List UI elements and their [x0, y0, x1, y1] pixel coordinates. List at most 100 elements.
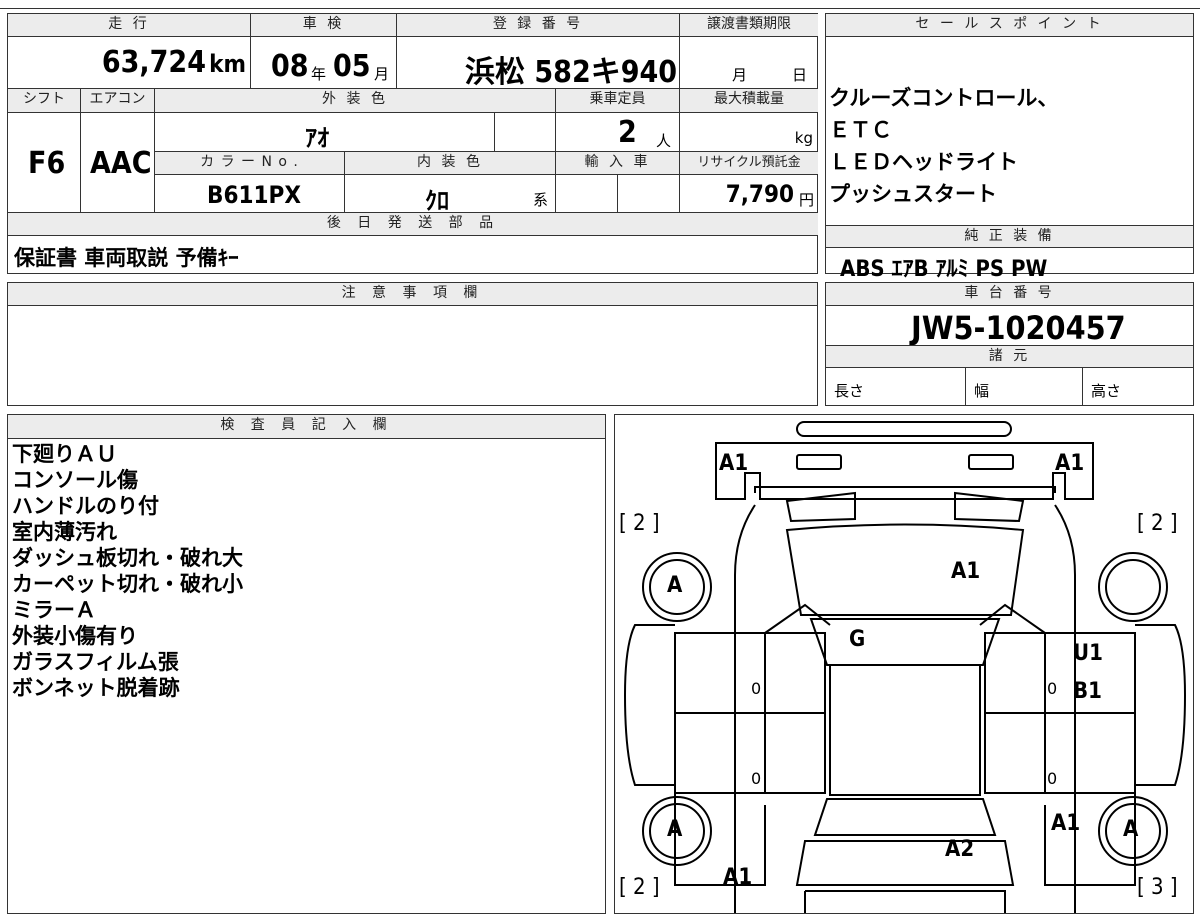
equipment-value: ABS ｴｱB ｱﾙﾐ PS PW — [840, 257, 1048, 282]
label-wheel-front-left: A — [667, 573, 683, 598]
label-a1-hood: A1 — [951, 559, 981, 584]
inspector-item: カーペット切れ・破れ小 — [12, 572, 243, 596]
inspection-cell: 08 年 05 月 — [251, 37, 397, 89]
aircon-header: エアコン — [81, 89, 155, 113]
fender-left-front — [623, 624, 675, 786]
headlight-left — [785, 491, 856, 523]
front-lamp-right — [968, 454, 1014, 470]
label-bracket-right-top: [ 2 ] — [1137, 511, 1178, 536]
registration-cell: 浜松 582キ940 — [397, 37, 680, 89]
rear-window — [813, 798, 997, 836]
front-body — [715, 442, 1094, 500]
mileage-header: 走 行 — [8, 14, 251, 37]
windshield — [809, 618, 1001, 666]
capacity-cell: 2 人 — [556, 113, 680, 152]
sales-point: プッシュスタート — [829, 182, 997, 206]
front-bumper — [796, 421, 1012, 437]
vehicle-info-table: 走 行 車 検 登 録 番 号 譲渡書類期限 63,724 km 08 年 05… — [7, 13, 818, 274]
label-zero-left-2: 0 — [751, 769, 762, 788]
label-zero-right-2: 0 — [1047, 769, 1058, 788]
shift-cell: F6 — [8, 113, 81, 213]
length-label: 長さ — [834, 382, 865, 400]
color-no-header: カ ラ ー N o . — [155, 152, 345, 175]
interior-cell: ｸﾛ 系 — [345, 175, 556, 213]
mileage-cell: 63,724 km — [8, 37, 251, 89]
damage-diagram-box: A1 A1 [ 2 ] [ 2 ] A A1 G U1 B1 0 0 0 0 A… — [614, 414, 1194, 914]
inspector-item: コンソール傷 — [12, 468, 138, 492]
inspection-year-unit: 年 — [311, 65, 327, 83]
registration-header: 登 録 番 号 — [397, 14, 680, 37]
mileage-value: 63,724 — [101, 45, 206, 80]
door-left-front — [674, 632, 826, 714]
inspector-item: ガラスフィルム張 — [12, 650, 179, 674]
sales-points-header: セ ー ル ス ポ イ ン ト — [826, 14, 1193, 37]
notes-box: 注 意 事 項 欄 — [7, 282, 818, 406]
specs-header: 諸 元 — [826, 345, 1193, 368]
mileage-unit: km — [209, 50, 246, 78]
inspector-item: 下廻りＡＵ — [12, 442, 117, 466]
exterior-color-value: ｱｵ — [305, 124, 329, 152]
height-label: 高さ — [1091, 382, 1122, 400]
inspector-item: 外装小傷有り — [12, 624, 138, 648]
color-no-value: B611PX — [207, 181, 301, 209]
label-a1-rear-right: A1 — [1051, 811, 1081, 836]
sales-point: ＥＴＣ — [829, 118, 892, 142]
chassis-box: 車 台 番 号 JW5-1020457 諸 元 長さ 幅 高さ — [825, 282, 1194, 406]
inspection-month-unit: 月 — [374, 65, 390, 83]
roof — [829, 664, 981, 796]
inspector-item: ダッシュ板切れ・破れ大 — [12, 546, 243, 570]
import-header: 輸 入 車 — [556, 152, 680, 175]
rear-bumper — [804, 890, 1006, 913]
label-g-windshield: G — [849, 627, 866, 652]
interior-header: 内 装 色 — [345, 152, 556, 175]
equipment-header: 純 正 装 備 — [826, 225, 1193, 248]
import-cell-2 — [618, 175, 680, 213]
exterior-header: 外 装 色 — [155, 89, 556, 113]
deadline-header: 譲渡書類期限 — [680, 14, 818, 37]
body-right-outline — [1054, 504, 1076, 913]
sales-points-list: クルーズコントロール、 ＥＴＣ ＬＥＤヘッドライト プッシュスタート — [829, 82, 1058, 210]
sales-points-box: セ ー ル ス ポ イ ン ト クルーズコントロール、 ＥＴＣ ＬＥＤヘッドライ… — [825, 13, 1194, 282]
front-lamps-area — [754, 486, 1056, 493]
registration-number: 浜松 582キ940 — [465, 55, 678, 89]
trunk — [795, 840, 1015, 886]
aircon-value: AAC — [90, 146, 152, 181]
import-cell-1 — [556, 175, 618, 213]
interior-unit: 系 — [533, 191, 549, 209]
sales-point: クルーズコントロール、 — [829, 86, 1059, 110]
inspection-month: 05 — [333, 49, 371, 84]
recycle-value: 7,790 — [725, 180, 794, 208]
label-bracket-left-bottom: [ 2 ] — [619, 875, 660, 900]
capacity-header: 乗車定員 — [556, 89, 680, 113]
accessories-value: 保証書 車両取説 予備ｷｰ — [14, 246, 239, 270]
inspection-year: 08 — [271, 49, 309, 84]
inspector-box: 検 査 員 記 入 欄 下廻りＡＵ コンソール傷 ハンドルのり付 室内薄汚れ ダ… — [7, 414, 606, 914]
height-cell: 高さ — [1083, 368, 1193, 405]
label-a1-front-left: A1 — [719, 451, 749, 476]
sales-point: ＬＥＤヘッドライト — [829, 150, 1018, 174]
headlight-right — [954, 491, 1025, 523]
fender-right-front — [1135, 624, 1187, 786]
width-label: 幅 — [974, 382, 990, 400]
hood — [785, 523, 1025, 616]
recycle-unit: 円 — [798, 191, 814, 209]
label-a2-rear: A2 — [945, 837, 975, 862]
wheel-front-right — [1098, 552, 1168, 622]
capacity-unit: 人 — [656, 132, 672, 150]
door-right-rear — [984, 712, 1136, 794]
label-bracket-right-bottom: [ 3 ] — [1137, 875, 1178, 900]
inspector-item: 室内薄汚れ — [12, 520, 117, 544]
inspector-header: 検 査 員 記 入 欄 — [8, 415, 605, 439]
capacity-value: 2 — [618, 115, 637, 150]
maxload-cell: kg — [680, 113, 818, 152]
width-cell: 幅 — [966, 368, 1083, 405]
deadline-cell: 月 日 — [680, 37, 818, 89]
inspector-item: ハンドルのり付 — [12, 494, 159, 518]
car-diagram — [623, 421, 1187, 913]
maxload-unit: kg — [794, 129, 813, 147]
recycle-header: リサイクル預託金 — [680, 152, 818, 175]
deadline-day: 日 — [792, 66, 808, 84]
inspector-item: ミラーＡ — [12, 598, 96, 622]
label-a1-front-right: A1 — [1055, 451, 1085, 476]
deadline-month: 月 — [732, 66, 748, 84]
